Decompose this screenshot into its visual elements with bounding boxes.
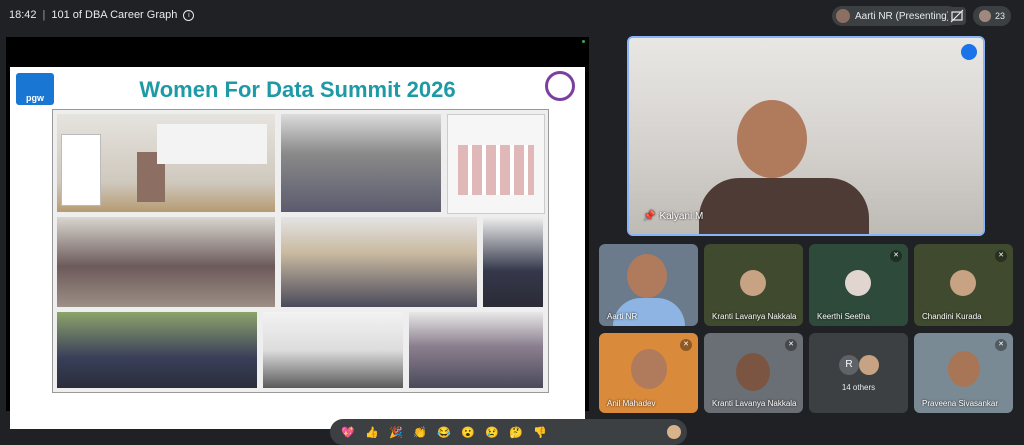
photo-group-2	[281, 217, 477, 307]
participant-name: Anil Mahadev	[607, 399, 656, 408]
speaking-indicator-icon	[961, 44, 977, 60]
reaction-laugh-icon[interactable]: 😂	[436, 424, 452, 440]
separator: |	[42, 9, 46, 21]
top-bar: 18:42 | 101 of DBA Career Graph i Aarti …	[0, 0, 1024, 32]
others-tile[interactable]: R 14 others	[809, 333, 908, 413]
reaction-thumbs-up-icon[interactable]: 👍	[364, 424, 380, 440]
participants-button[interactable]: 23	[973, 6, 1012, 26]
avatar	[845, 270, 871, 296]
presenter-avatar	[836, 9, 850, 23]
others-initial-avatar: R	[839, 355, 859, 375]
meeting-title: 101 of DBA Career Graph	[51, 9, 178, 21]
photo-poster	[447, 114, 545, 214]
participant-avatars-icon	[979, 10, 991, 22]
participant-tile[interactable]: ✕ Kranti Lavanya Nakkala	[704, 333, 803, 413]
pin-icon[interactable]: 📌	[643, 211, 655, 222]
mic-off-icon: ✕	[995, 250, 1007, 262]
participant-name: Chandini Kurada	[922, 312, 982, 321]
avatar	[859, 355, 879, 375]
slide-title: Women For Data Summit 2026	[139, 77, 456, 102]
participant-tile[interactable]: ✕ Chandini Kurada	[914, 244, 1013, 326]
presentation-screen: pgw Women For Data Summit 2026	[6, 37, 589, 429]
participant-tile[interactable]: Kranti Lavanya Nakkala	[704, 244, 803, 326]
reaction-thinking-icon[interactable]: 🤔	[508, 424, 524, 440]
participant-name: Praveena Sivasankar	[922, 399, 999, 408]
presenter-chip[interactable]: Aarti NR (Presenting)	[832, 6, 959, 26]
photo-group-4	[57, 312, 257, 388]
participant-name: Aarti NR	[607, 312, 638, 321]
mic-off-icon: ✕	[890, 250, 902, 262]
reaction-thumbs-down-icon[interactable]: 👎	[532, 424, 548, 440]
reaction-clap-icon[interactable]: 👏	[412, 424, 428, 440]
reaction-surprised-icon[interactable]: 😮	[460, 424, 476, 440]
slide: pgw Women For Data Summit 2026	[10, 67, 585, 429]
photo-audience	[281, 114, 441, 212]
photo-hall	[409, 312, 543, 388]
present-icon[interactable]	[948, 7, 966, 25]
mic-off-icon: ✕	[680, 339, 692, 351]
participant-tile[interactable]: ✕ Anil Mahadev	[599, 333, 698, 413]
meeting-time: 18:42	[9, 9, 37, 21]
photo-collage	[52, 109, 549, 393]
speaker-name-tag: 📌 Kalyani M	[643, 211, 703, 222]
info-icon[interactable]: i	[183, 9, 195, 21]
reaction-party-icon[interactable]: 🎉	[388, 424, 404, 440]
reaction-heart-icon[interactable]: 💖	[340, 424, 356, 440]
participant-tile[interactable]: ✕ Praveena Sivasankar	[914, 333, 1013, 413]
participant-tile[interactable]: ✕ Keerthi Seetha	[809, 244, 908, 326]
photo-group-1	[57, 217, 275, 307]
avatar	[740, 270, 766, 296]
reactions-bar: 💖 👍 🎉 👏 😂 😮 😢 🤔 👎	[330, 419, 687, 445]
participant-name: Kranti Lavanya Nakkala	[712, 399, 797, 408]
avatar	[950, 270, 976, 296]
photo-group-3	[483, 217, 543, 307]
mic-off-icon: ✕	[785, 339, 797, 351]
mic-off-icon: ✕	[995, 339, 1007, 351]
participant-name: Kranti Lavanya Nakkala	[712, 312, 797, 321]
live-dot	[582, 40, 585, 43]
others-count: 14 others	[841, 383, 876, 392]
participant-name: Keerthi Seetha	[817, 312, 870, 321]
speaker-face	[737, 100, 807, 178]
meeting-info: 18:42 | 101 of DBA Career Graph i	[9, 9, 195, 21]
reaction-sad-icon[interactable]: 😢	[484, 424, 500, 440]
photo-stage	[57, 114, 275, 212]
speaker-name: Kalyani M	[659, 211, 704, 222]
active-speaker-tile[interactable]: 📌 Kalyani M	[627, 36, 985, 236]
participant-count: 23	[995, 11, 1006, 21]
summit-logo	[545, 71, 575, 101]
photo-panel	[263, 312, 403, 388]
participant-tile[interactable]: Aarti NR	[599, 244, 698, 326]
presenter-label: Aarti NR (Presenting)	[855, 10, 951, 22]
skin-tone-picker[interactable]	[667, 425, 681, 439]
